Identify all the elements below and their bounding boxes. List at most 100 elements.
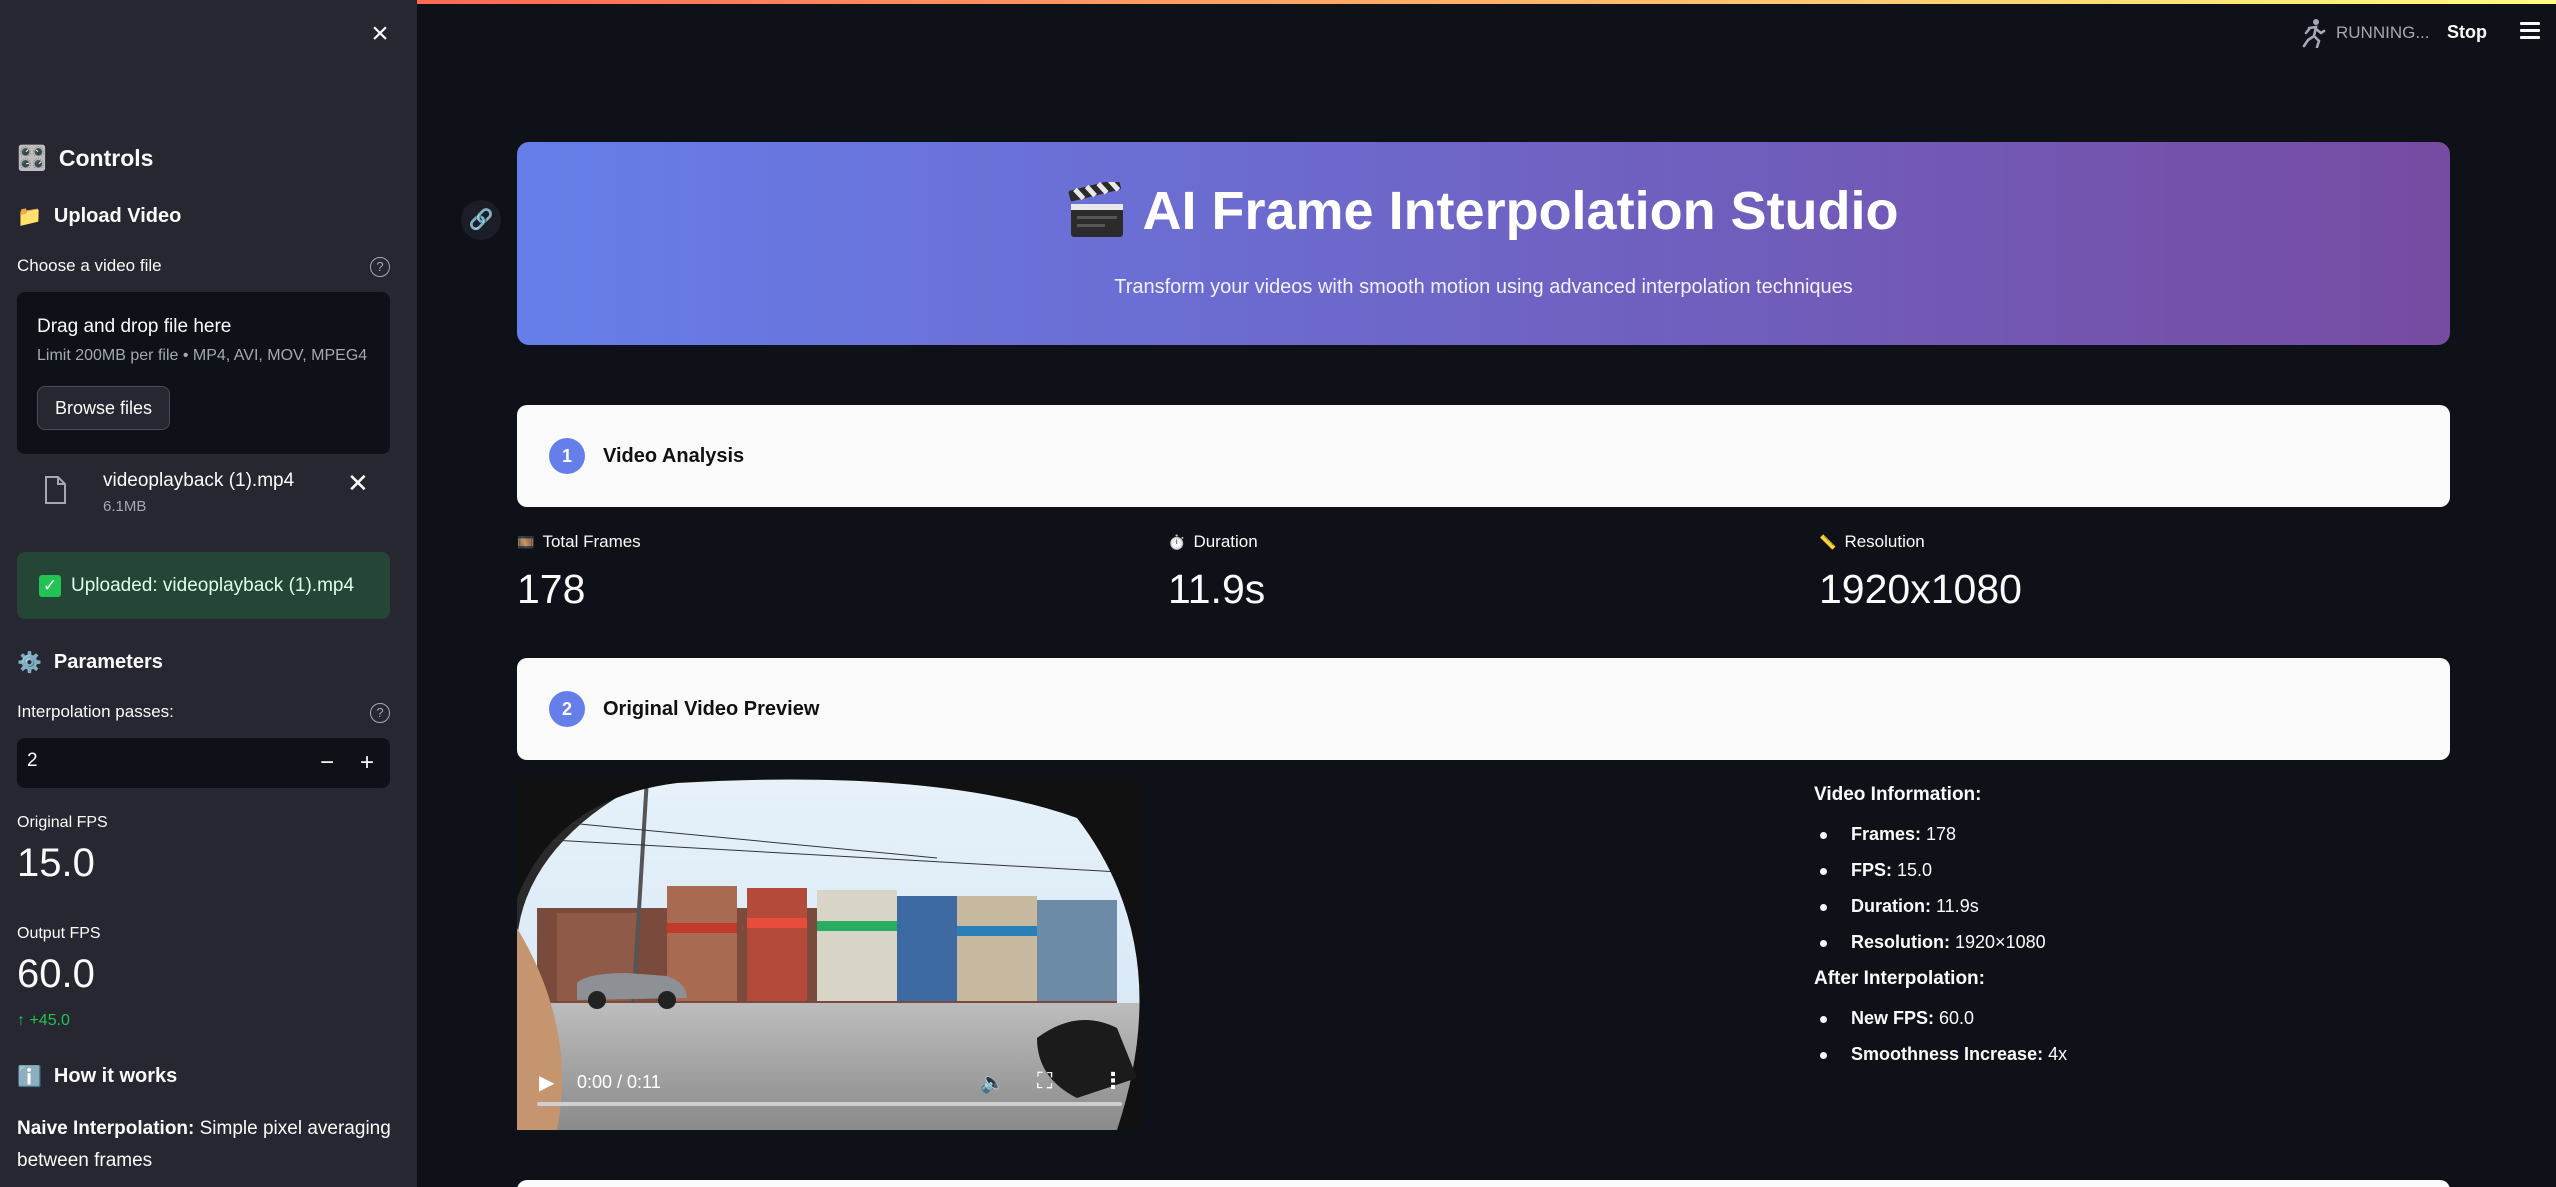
folder-icon: 📁	[17, 206, 42, 228]
dropzone-title: Drag and drop file here	[37, 316, 232, 337]
file-size: 6.1MB	[103, 498, 147, 515]
metric-resolution: 📏 Resolution 1920x1080	[1819, 532, 2022, 613]
output-fps-delta: ↑ +45.0	[17, 1012, 70, 1030]
info-value: 15.0	[1892, 860, 1933, 880]
help-icon[interactable]: ?	[370, 703, 390, 723]
browse-files-button[interactable]: Browse files	[37, 386, 170, 430]
video-info-panel: Video Information: Frames: 178 FPS: 15.0…	[1814, 778, 2374, 1080]
ruler-icon: 📏	[1819, 533, 1837, 550]
info-value: 178	[1921, 824, 1957, 844]
metric-value: 178	[517, 566, 586, 612]
output-fps-label: Output FPS	[17, 925, 101, 942]
metric-duration: ⏱️ Duration 11.9s	[1168, 532, 1265, 613]
sidebar: × 🎛️ Controls 📁 Upload Video Choose a vi…	[0, 0, 417, 1187]
controls-title: Controls	[58, 145, 154, 171]
list-item: Frames: 178	[1814, 824, 2374, 845]
parameters-title: Parameters	[53, 651, 163, 673]
running-status: RUNNING...	[2300, 18, 2430, 48]
running-man-icon	[2302, 19, 2326, 48]
info-value: 1920×1080	[1950, 932, 2046, 952]
how-it-works-title: How it works	[53, 1065, 178, 1087]
hero-title-text: AI Frame Interpolation Studio	[1142, 181, 1899, 241]
metric-label: Duration	[1193, 532, 1258, 551]
passes-number-input[interactable]: 2 − +	[17, 738, 390, 788]
passes-value[interactable]: 2	[27, 750, 38, 772]
info-key: Duration:	[1851, 896, 1931, 916]
upload-title: Upload Video	[53, 205, 182, 227]
info-value: 60.0	[1934, 1008, 1975, 1028]
how-it-works-header: ℹ️ How it works	[17, 1064, 177, 1089]
file-uploader-label: Choose a video file	[17, 256, 162, 275]
gear-icon: ⚙️	[17, 652, 42, 674]
list-item: FPS: 15.0	[1814, 860, 2374, 881]
stopwatch-icon: ⏱️	[1168, 533, 1186, 550]
help-icon[interactable]: ?	[370, 257, 390, 277]
step-title: Original Video Preview	[603, 697, 820, 720]
more-options-icon[interactable]: ⋮	[1102, 1068, 1124, 1094]
step-card-original-preview: 2 Original Video Preview	[517, 658, 2450, 760]
metric-value: 1920x1080	[1819, 566, 2022, 612]
link-anchor-icon[interactable]: 🔗	[461, 200, 501, 240]
video-time: 0:00 / 0:11	[577, 1072, 661, 1092]
info-value: 11.9s	[1931, 896, 1979, 916]
hamburger-menu-icon[interactable]	[2520, 22, 2540, 40]
output-fps-value: 60.0	[17, 952, 95, 996]
step-title: Video Analysis	[603, 444, 745, 467]
step-card-video-analysis: 1 Video Analysis	[517, 405, 2450, 507]
how-it-works-text: Naive Interpolation: Simple pixel averag…	[17, 1113, 397, 1177]
close-sidebar-icon[interactable]: ×	[366, 19, 394, 49]
video-timeline[interactable]	[537, 1102, 1122, 1106]
parameters-header: ⚙️ Parameters	[17, 650, 163, 675]
dropzone-limit: Limit 200MB per file • MP4, AVI, MOV, MP…	[37, 347, 368, 364]
hero-title: AI Frame Interpolation Studio	[517, 180, 2450, 242]
original-fps-value: 15.0	[17, 841, 95, 885]
running-text: RUNNING...	[2336, 23, 2430, 42]
decrement-button[interactable]: −	[307, 738, 347, 788]
mute-icon[interactable]: 🔈	[980, 1070, 1005, 1095]
info-key: New FPS:	[1851, 1008, 1935, 1028]
metric-total-frames: 🎞️ Total Frames 178	[517, 532, 641, 613]
metric-label: Resolution	[1844, 532, 1925, 551]
info-key: Smoothness Increase:	[1851, 1044, 2044, 1064]
video-controls: ▶ 0:00 / 0:11 🔈 ⛶ ⋮	[517, 1040, 1142, 1130]
controls-header: 🎛️ Controls	[17, 144, 153, 173]
uploaded-file-row: videoplayback (1).mp4 6.1MB ✕	[17, 460, 390, 524]
stop-button[interactable]: Stop	[2447, 22, 2487, 43]
method-name: Naive Interpolation:	[17, 1118, 195, 1139]
list-item: New FPS: 60.0	[1814, 1008, 2374, 1029]
after-interpolation-list: New FPS: 60.0 Smoothness Increase: 4x	[1814, 1008, 2374, 1065]
upload-success-alert: ✓ Uploaded: videoplayback (1).mp4	[17, 552, 390, 619]
hero-subtitle: Transform your videos with smooth motion…	[1114, 276, 1853, 298]
video-player[interactable]: ▶ 0:00 / 0:11 🔈 ⛶ ⋮	[517, 778, 1142, 1130]
passes-label: Interpolation passes:	[17, 702, 174, 721]
info-key: Resolution:	[1851, 932, 1950, 952]
original-fps-label: Original FPS	[17, 814, 108, 831]
metric-label: Total Frames	[542, 532, 641, 551]
check-icon: ✓	[39, 574, 61, 597]
info-value: 4x	[2043, 1044, 2068, 1064]
arrow-up-icon: ↑	[17, 1012, 30, 1029]
list-item: Resolution: 1920×1080	[1814, 932, 2374, 953]
step-number-badge: 2	[549, 691, 585, 727]
control-knobs-icon: 🎛️	[17, 145, 47, 172]
film-frames-icon: 🎞️	[517, 533, 535, 550]
list-item: Duration: 11.9s	[1814, 896, 2374, 917]
delta-value: +45.0	[29, 1012, 70, 1029]
video-info-list: Frames: 178 FPS: 15.0 Duration: 11.9s Re…	[1814, 824, 2374, 953]
success-text: Uploaded: videoplayback (1).mp4	[71, 574, 355, 596]
info-key: FPS:	[1851, 860, 1893, 880]
fullscreen-icon[interactable]: ⛶	[1037, 1068, 1052, 1094]
hero-banner: AI Frame Interpolation Studio Transform …	[517, 142, 2450, 345]
info-icon: ℹ️	[17, 1066, 42, 1088]
file-name: videoplayback (1).mp4	[103, 470, 295, 491]
video-info-heading: Video Information:	[1814, 784, 1982, 805]
metric-value: 11.9s	[1168, 566, 1266, 612]
increment-button[interactable]: +	[347, 738, 387, 788]
file-dropzone[interactable]: Drag and drop file here Limit 200MB per …	[17, 292, 390, 454]
list-item: Smoothness Increase: 4x	[1814, 1044, 2374, 1065]
step-number-badge: 1	[549, 438, 585, 474]
remove-file-icon[interactable]: ✕	[347, 468, 369, 499]
clapper-board-icon	[1069, 182, 1124, 237]
after-interpolation-heading: After Interpolation:	[1814, 968, 1985, 989]
play-icon[interactable]: ▶	[539, 1070, 554, 1095]
